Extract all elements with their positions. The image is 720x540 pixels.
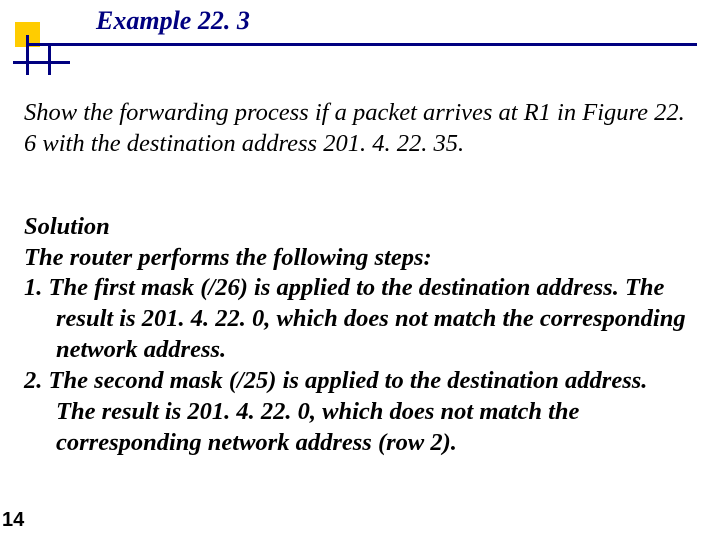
page-number: 14 — [2, 509, 24, 532]
solution-steps: 1. The first mask (/26) is applied to th… — [24, 273, 690, 458]
slide-content: Show the forwarding process if a packet … — [24, 98, 690, 459]
solution-label: Solution — [24, 212, 690, 243]
step-number: 2. — [24, 367, 42, 394]
list-item: 2. The second mask (/25) is applied to t… — [24, 366, 690, 459]
header-rule-bottom — [13, 61, 70, 64]
slide-title: Example 22. 3 — [96, 6, 250, 36]
header-rule-top — [27, 43, 697, 46]
step-text: The second mask (/25) is applied to the … — [49, 367, 648, 456]
problem-text: Show the forwarding process if a packet … — [24, 98, 690, 160]
slide-header: Example 22. 3 — [0, 0, 720, 64]
header-rule-vert-right — [48, 43, 51, 75]
step-number: 1. — [24, 274, 42, 301]
header-rule-vert-left — [26, 35, 29, 75]
list-item: 1. The first mask (/26) is applied to th… — [24, 273, 690, 366]
step-text: The first mask (/26) is applied to the d… — [49, 274, 686, 363]
solution-intro: The router performs the following steps: — [24, 243, 690, 274]
